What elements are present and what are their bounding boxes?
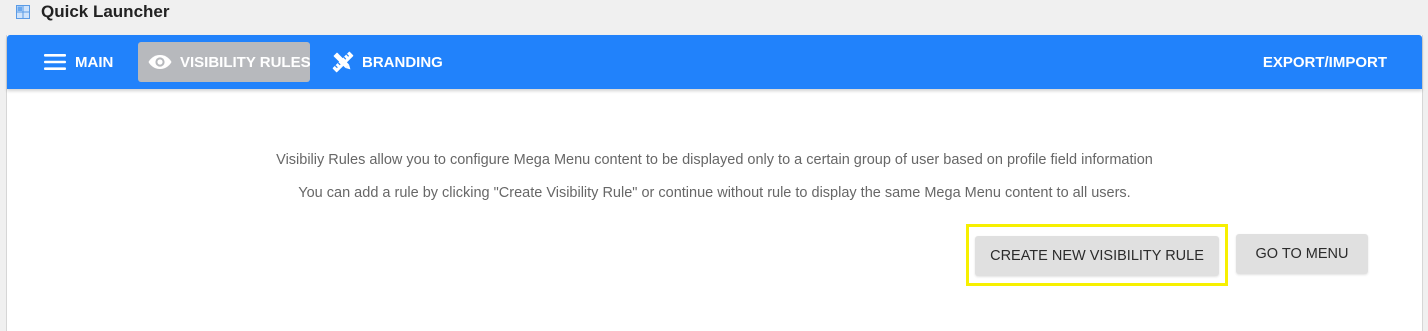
tab-main[interactable]: MAIN bbox=[44, 42, 113, 82]
tab-visibility-rules-label: VISIBILITY RULES bbox=[180, 53, 311, 71]
navbar: MAIN VISIBILITY RULES BRANDING EXPORT/IM… bbox=[7, 35, 1422, 89]
hamburger-menu-icon bbox=[44, 54, 66, 70]
tab-branding-label: BRANDING bbox=[362, 53, 443, 71]
export-import-button[interactable]: EXPORT/IMPORT bbox=[1263, 42, 1387, 82]
pencil-ruler-icon bbox=[332, 51, 354, 73]
title-bar: Quick Launcher bbox=[0, 0, 1428, 32]
create-visibility-rule-button[interactable]: CREATE NEW VISIBILITY RULE bbox=[975, 236, 1219, 276]
description-line-2: You can add a rule by clicking "Create V… bbox=[298, 185, 1131, 201]
description-line-1: Visibiliy Rules allow you to configure M… bbox=[276, 152, 1153, 168]
go-to-menu-button[interactable]: GO TO MENU bbox=[1236, 234, 1368, 274]
main-panel: MAIN VISIBILITY RULES BRANDING EXPORT/IM… bbox=[6, 35, 1423, 331]
tab-main-label: MAIN bbox=[75, 53, 114, 71]
grid-icon bbox=[16, 5, 30, 19]
tab-visibility-rules[interactable]: VISIBILITY RULES bbox=[138, 42, 311, 82]
window-title: Quick Launcher bbox=[41, 2, 170, 21]
eye-icon bbox=[148, 54, 172, 70]
tab-branding[interactable]: BRANDING bbox=[332, 42, 443, 82]
